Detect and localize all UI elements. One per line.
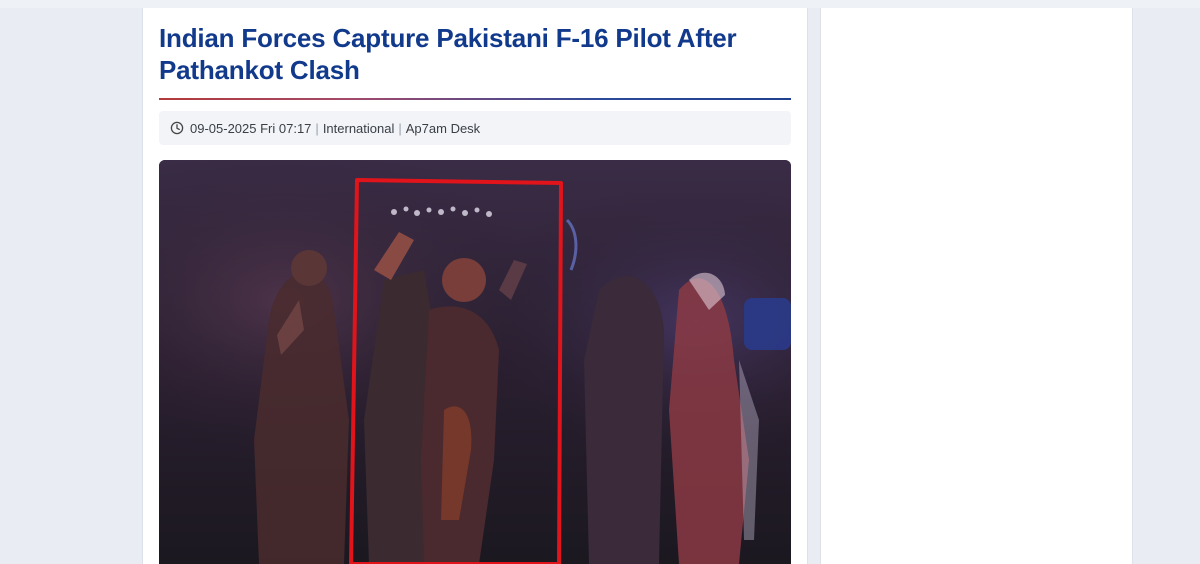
article-date: 09-05-2025 Fri 07:17 [190, 120, 312, 136]
article-author: Ap7am Desk [405, 120, 481, 136]
photo-icon [159, 160, 791, 564]
clock-icon [170, 121, 184, 135]
sidebar-panel [820, 8, 1133, 564]
article-title: Indian Forces Capture Pakistani F-16 Pil… [159, 23, 737, 85]
article-meta-bar: 09-05-2025 Fri 07:17 | International | A… [159, 111, 791, 145]
top-strip [0, 0, 1200, 8]
meta-separator: | [398, 120, 402, 136]
article-hero-image[interactable] [159, 160, 791, 564]
article-card: Indian Forces Capture Pakistani F-16 Pil… [142, 8, 808, 564]
title-divider [159, 98, 791, 100]
meta-separator: | [315, 120, 319, 136]
article-category[interactable]: International [323, 121, 395, 136]
